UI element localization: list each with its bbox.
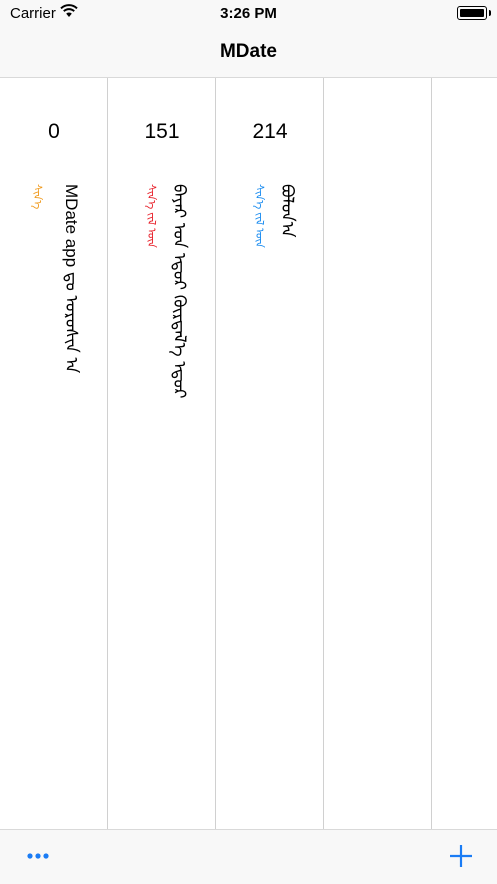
date-column-5[interactable] [432,78,497,829]
column-text: MDate app ᠳᠤ ᠣᠷᠣᠰᠢᠨ ᠠ [62,184,81,374]
day-count: 0 [48,120,60,143]
add-button[interactable] [445,840,477,872]
clock: 3:26 PM [220,5,277,22]
page-title: MDate [219,41,277,62]
column-text: ᠪᠤᠯᠤᠨ᠎ᠠ [278,184,297,238]
battery-icon [457,6,491,20]
day-count: 214 [252,120,288,143]
more-button[interactable] [22,840,54,872]
plus-icon [450,845,472,867]
status-bar: Carrier 3:26 PM [0,0,497,30]
date-columns: 0 ᠰᠢᠨ᠎ᠡ MDate app ᠳᠤ ᠣᠷᠣᠰᠢᠨ ᠠ 151 ᠰᠢᠨ᠎ᠡ … [0,78,497,829]
column-text: ᠪᠠᠶᠠᠷ ᠤᠨ ᠡᠳᠦᠷ ᠬᠦᠷᠲᠡᠯ᠎ᠡ ᠡᠳᠦᠷ [170,184,189,399]
ellipsis-icon [27,853,49,859]
column-label: ᠰᠢᠨ᠎ᠡ [31,184,43,210]
date-column-1[interactable]: 0 ᠰᠢᠨ᠎ᠡ MDate app ᠳᠤ ᠣᠷᠣᠰᠢᠨ ᠠ [0,78,108,829]
date-column-2[interactable]: 151 ᠰᠢᠨ᠎ᠡ ᠵᠢᠯ ᠦᠨ ᠪᠠᠶᠠᠷ ᠤᠨ ᠡᠳᠦᠷ ᠬᠦᠷᠲᠡᠯ᠎ᠡ … [108,78,216,829]
date-column-4[interactable] [324,78,432,829]
column-label: ᠰᠢᠨ᠎ᠡ ᠵᠢᠯ ᠦᠨ [253,184,265,248]
column-label: ᠰᠢᠨ᠎ᠡ ᠵᠢᠯ ᠦᠨ [145,184,157,248]
day-count: 151 [144,120,180,143]
navigation-bar: MDate [0,30,497,78]
date-column-3[interactable]: 214 ᠰᠢᠨ᠎ᠡ ᠵᠢᠯ ᠦᠨ ᠪᠤᠯᠤᠨ᠎ᠠ [216,78,324,829]
toolbar [0,829,497,884]
